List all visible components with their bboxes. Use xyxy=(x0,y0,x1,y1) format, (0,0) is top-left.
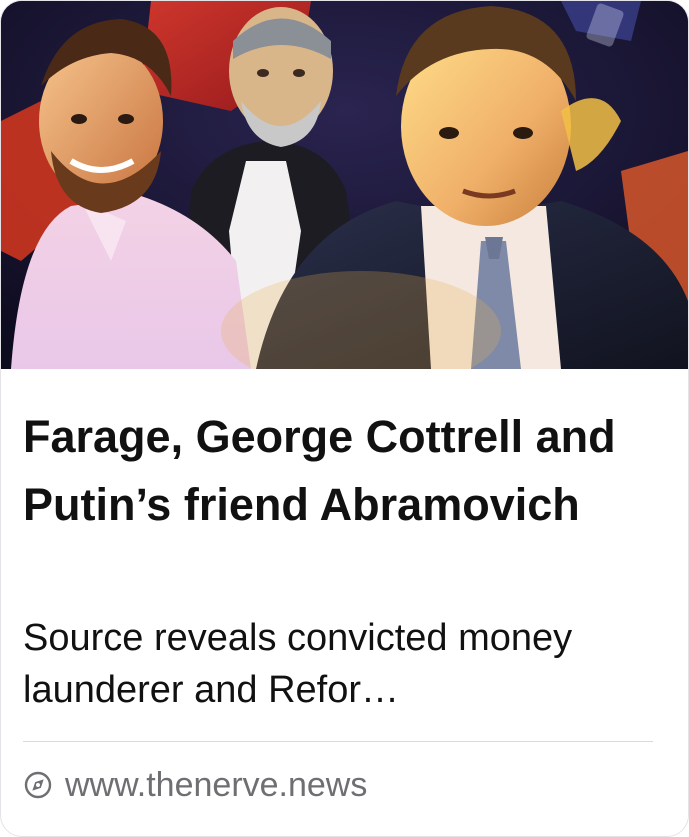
card-content: Farage, George Cottrell and Putin’s frie… xyxy=(1,369,688,836)
preview-image xyxy=(1,1,688,369)
headline[interactable]: Farage, George Cottrell and Putin’s frie… xyxy=(23,403,663,539)
link-preview-card[interactable]: Farage, George Cottrell and Putin’s frie… xyxy=(0,0,689,837)
source-domain: www.thenerve.news xyxy=(65,766,368,804)
divider xyxy=(23,741,653,742)
compass-icon xyxy=(23,770,53,800)
description: Source reveals convicted money launderer… xyxy=(23,617,573,711)
source-row[interactable]: www.thenerve.news xyxy=(23,765,367,805)
